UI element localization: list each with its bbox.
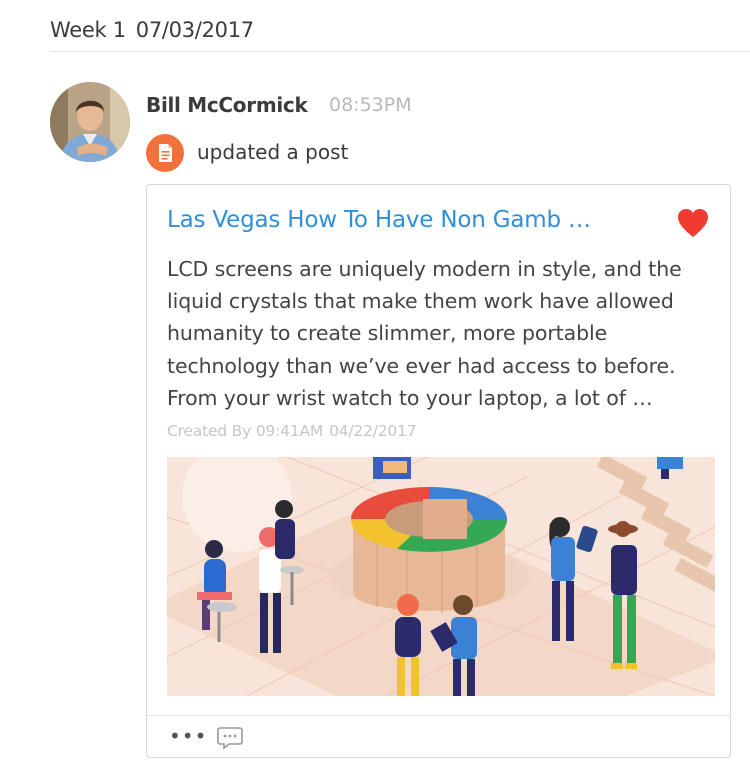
activity-time: 08:53PM bbox=[329, 94, 412, 116]
post-title[interactable]: Las Vegas How To Have Non Gamb … bbox=[167, 207, 647, 233]
meta-time: 09:41AM bbox=[255, 422, 324, 440]
document-icon bbox=[146, 134, 184, 172]
avatar[interactable] bbox=[50, 82, 130, 162]
heart-icon[interactable] bbox=[677, 208, 709, 238]
author-name[interactable]: Bill McCormick bbox=[146, 93, 308, 117]
week-date: 07/03/2017 bbox=[135, 18, 254, 42]
post-card: Las Vegas How To Have Non Gamb … LCD scr… bbox=[146, 184, 731, 758]
activity-action: updated a post bbox=[197, 140, 349, 164]
comment-icon[interactable] bbox=[217, 726, 243, 750]
post-meta: Created By 09:41AM 04/22/2017 bbox=[167, 422, 417, 440]
meta-date: 04/22/2017 bbox=[329, 422, 417, 440]
post-body: LCD screens are uniquely modern in style… bbox=[167, 257, 682, 410]
card-footer: ••• bbox=[147, 715, 730, 759]
more-icon[interactable]: ••• bbox=[169, 726, 207, 746]
week-label: Week 1 bbox=[50, 18, 126, 42]
week-header: Week 1 07/03/2017 bbox=[50, 18, 750, 52]
meta-label: Created By bbox=[167, 422, 252, 440]
post-image[interactable] bbox=[167, 457, 715, 696]
